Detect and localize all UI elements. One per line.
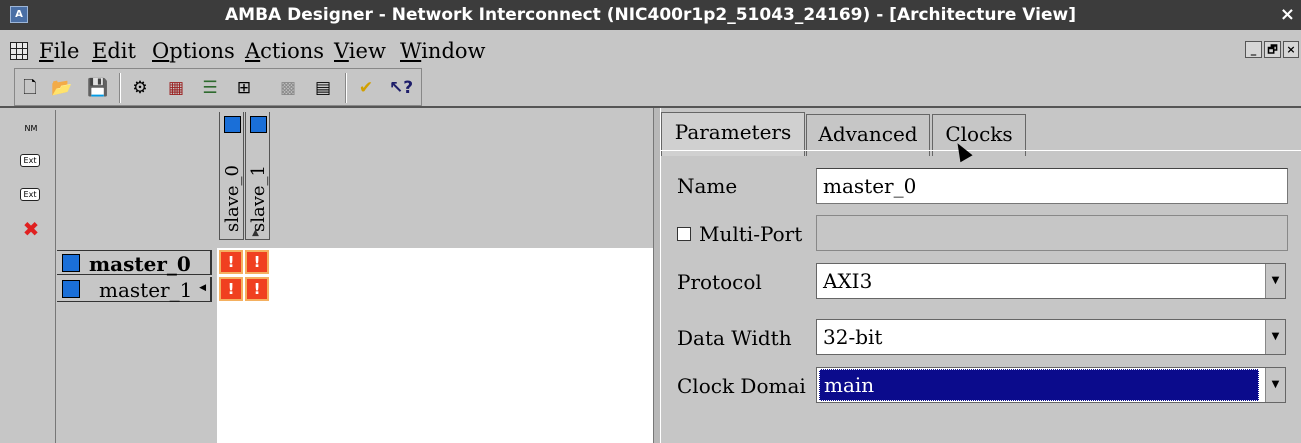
protocol-value: AXI3 <box>823 269 873 293</box>
master-label: master_0 <box>89 252 191 276</box>
clock-domain-value: main <box>819 369 1259 401</box>
protocol-label: Protocol <box>677 270 762 294</box>
menu-bar: File Edit Options Actions View Window _ … <box>0 30 1301 68</box>
list-view-icon[interactable]: ☰ <box>199 77 221 99</box>
menu-options[interactable]: Options <box>152 39 235 63</box>
slave-label: slave_0 <box>222 165 243 232</box>
menu-actions[interactable]: Actions <box>245 39 324 63</box>
disabled-grid-icon: ▩ <box>279 78 297 98</box>
clock-domain-label: Clock Domai <box>677 374 806 398</box>
multiport-label: Multi-Port <box>699 222 803 246</box>
master-row-1[interactable]: master_1 ◀ <box>57 277 212 302</box>
chevron-down-icon[interactable]: ▼ <box>1265 320 1285 354</box>
matrix-cell-m1-s1[interactable]: ! <box>245 277 269 301</box>
mdi-grid-icon[interactable] <box>10 42 28 60</box>
new-file-icon[interactable]: 🗋 <box>19 77 41 99</box>
connect-nodes-icon[interactable]: ⊞ <box>233 77 255 99</box>
name-input[interactable]: master_0 <box>816 168 1288 204</box>
open-folder-icon[interactable]: 📂 <box>51 77 73 99</box>
expand-arrow-icon[interactable]: ◀ <box>199 283 206 293</box>
multiport-input <box>816 215 1288 251</box>
matrix-cell-m1-s0[interactable]: ! <box>219 277 243 301</box>
data-width-select[interactable]: 32-bit ▼ <box>816 319 1286 355</box>
toolbar-separator <box>345 73 347 103</box>
menu-edit[interactable]: Edit <box>92 39 136 63</box>
matrix-cell-m0-s0[interactable]: ! <box>219 250 243 274</box>
slave-column-0[interactable]: slave_0 <box>219 112 244 240</box>
external-in-icon[interactable]: Ext <box>20 184 42 206</box>
slave-column-1[interactable]: slave_1 ▲ <box>245 112 270 240</box>
data-width-value: 32-bit <box>823 325 883 349</box>
protocol-select[interactable]: AXI3 ▼ <box>816 263 1286 299</box>
menu-file[interactable]: File <box>39 39 79 63</box>
matrix-grid-icon[interactable]: ▦ <box>165 77 187 99</box>
master-label: master_1 <box>99 278 193 302</box>
slave-port-icon <box>250 116 267 133</box>
save-icon[interactable]: 💾 <box>87 77 109 99</box>
main-toolbar: 🗋 📂 💾 ⚙ ▦ ☰ ⊞ ▩ ▤ ✔ ↖? <box>14 68 422 106</box>
clock-domain-select[interactable]: main ▼ <box>816 367 1286 403</box>
chevron-down-icon[interactable]: ▼ <box>1265 264 1285 298</box>
matrix-cell-m0-s1[interactable]: ! <box>245 250 269 274</box>
multiport-checkbox[interactable] <box>677 227 691 241</box>
chevron-down-icon[interactable]: ▼ <box>1265 368 1285 402</box>
nxm-icon[interactable]: NM <box>20 118 42 140</box>
menu-window[interactable]: Window <box>400 39 486 63</box>
minimize-icon[interactable]: _ <box>1245 41 1262 58</box>
menu-view[interactable]: View <box>334 39 386 63</box>
external-out-icon[interactable]: Ext <box>20 150 42 172</box>
context-help-icon[interactable]: ↖? <box>389 77 413 99</box>
mdi-close-icon[interactable]: × <box>1283 41 1299 58</box>
master-port-icon <box>62 280 80 298</box>
validate-check-icon[interactable]: ✔ <box>355 77 377 99</box>
close-icon[interactable]: × <box>1280 4 1295 25</box>
data-width-label: Data Width <box>677 326 792 350</box>
expand-arrow-icon[interactable]: ▲ <box>252 228 259 238</box>
window-title: AMBA Designer - Network Interconnect (NI… <box>225 5 1076 25</box>
side-toolbar: NM Ext Ext ✖ <box>8 110 56 443</box>
delete-icon[interactable]: ✖ <box>20 218 42 240</box>
master-port-icon <box>62 254 80 272</box>
master-row-0[interactable]: master_0 <box>57 250 212 276</box>
slave-port-icon <box>224 116 241 133</box>
toolbar-separator <box>119 73 121 103</box>
restore-icon[interactable]: 🗗 <box>1264 41 1281 58</box>
matrix-canvas[interactable] <box>217 248 653 443</box>
name-label: Name <box>677 174 738 198</box>
slave-label: slave_1 <box>248 165 269 232</box>
settings-gear-icon[interactable]: ⚙ <box>129 77 151 99</box>
title-bar: A AMBA Designer - Network Interconnect (… <box>0 0 1301 30</box>
properties-icon[interactable]: ▤ <box>312 77 334 99</box>
